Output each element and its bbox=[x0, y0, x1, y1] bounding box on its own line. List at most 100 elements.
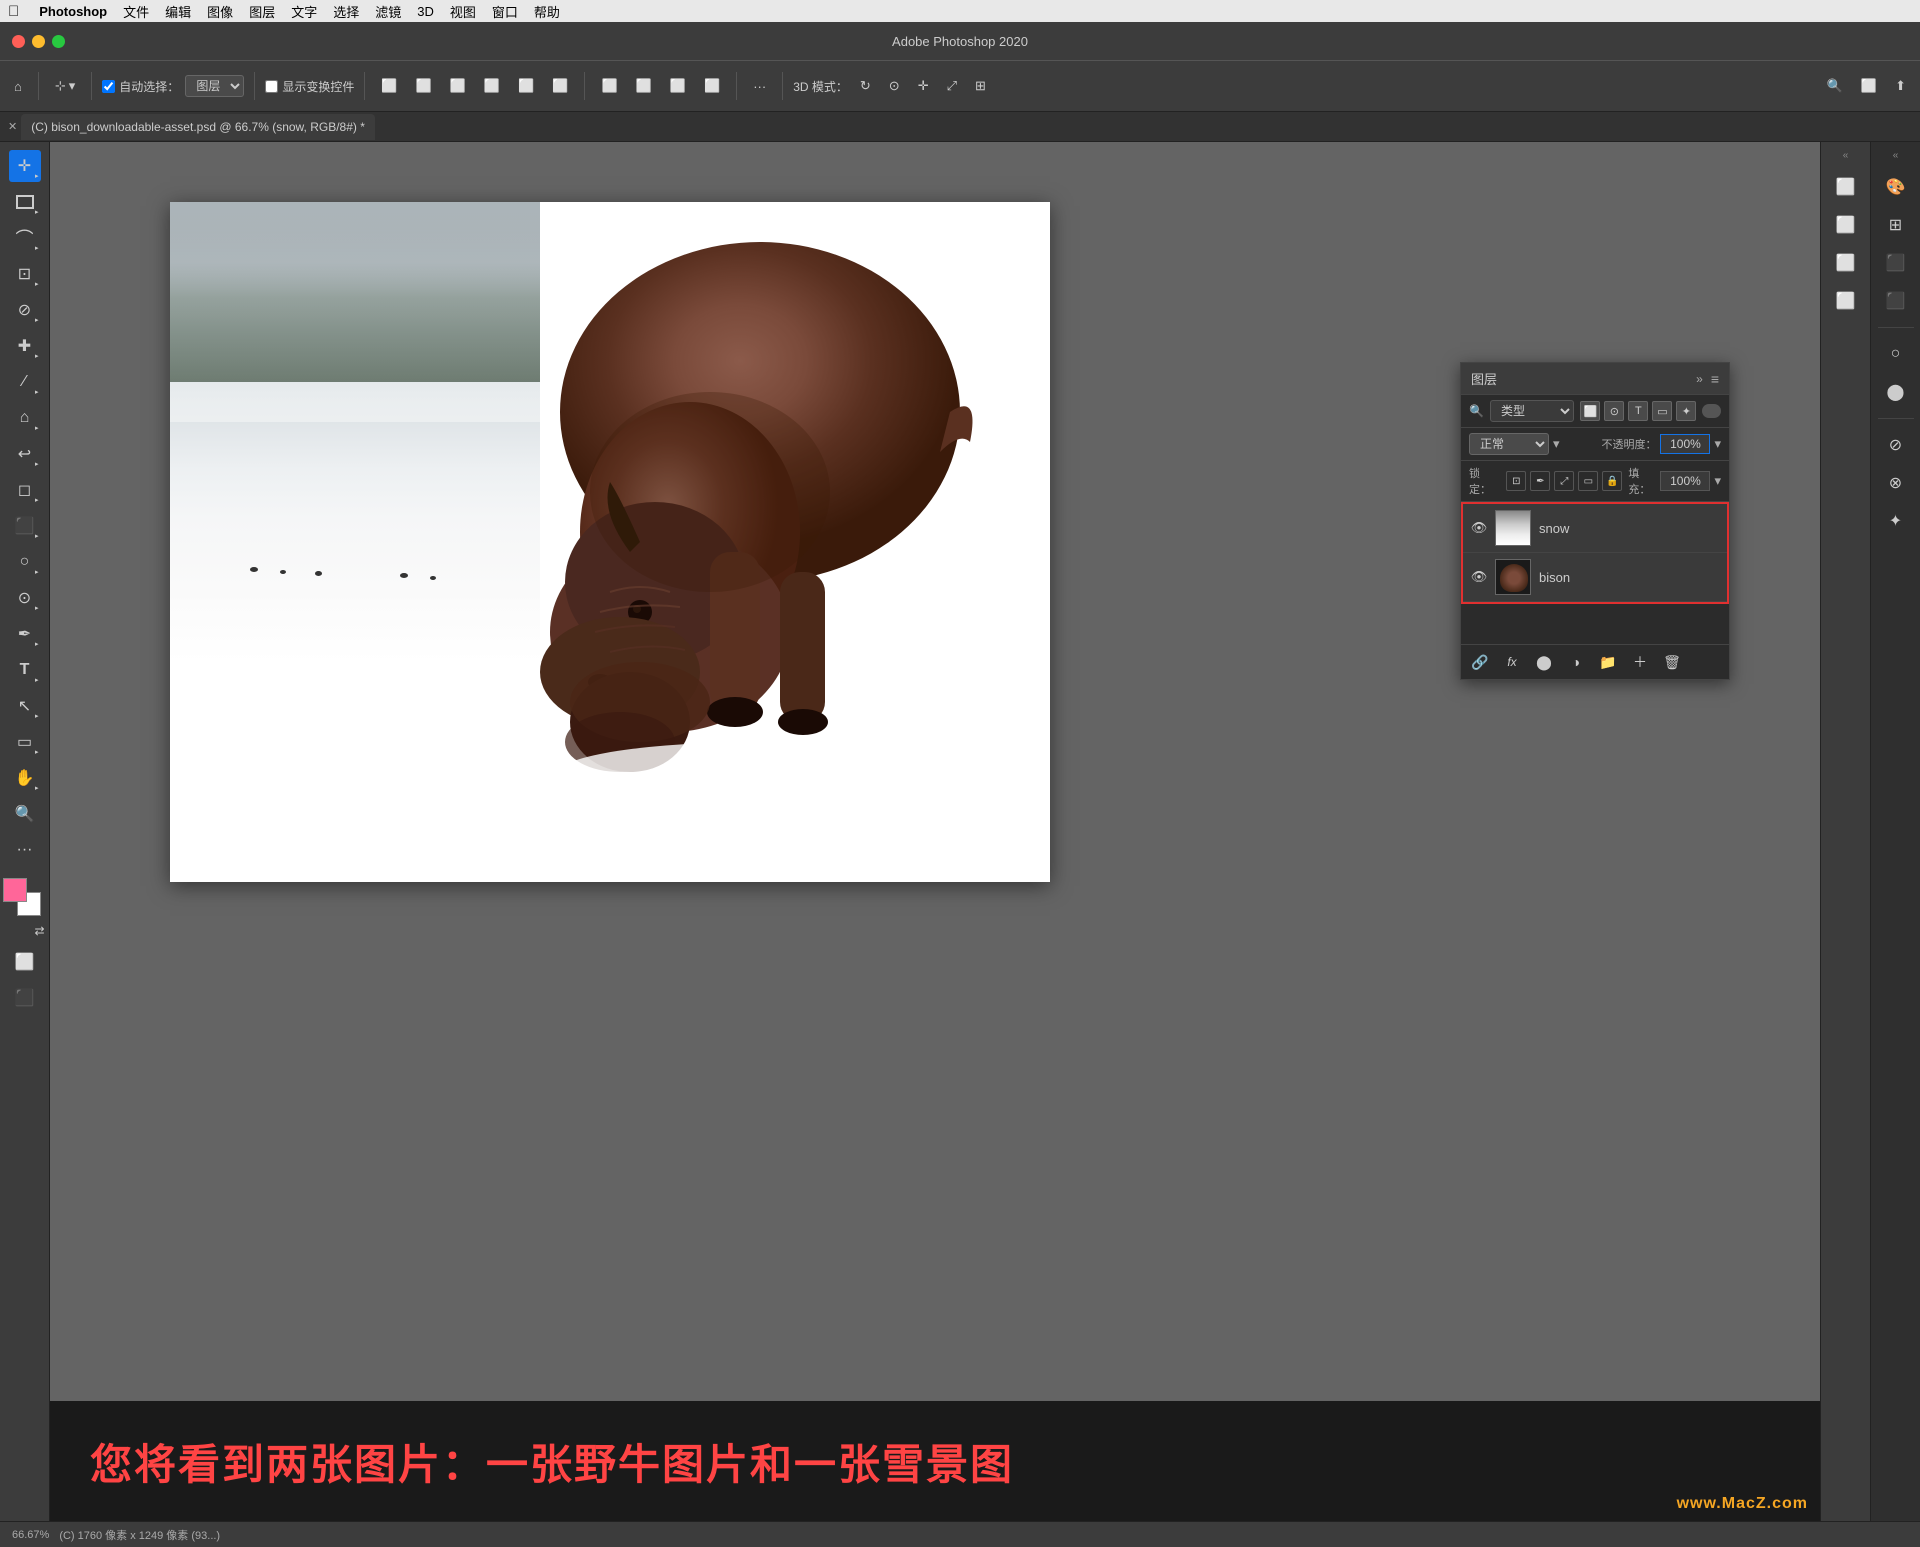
swap-colors-icon[interactable]: ⇄ bbox=[34, 924, 44, 938]
layer-item-bison[interactable]: 👁 bison bbox=[1463, 553, 1727, 602]
lock-image-btn[interactable]: ✒ bbox=[1530, 471, 1550, 491]
select-rect-tool[interactable]: ▸ bbox=[9, 186, 41, 218]
menu-window[interactable]: 窗口 bbox=[492, 2, 518, 21]
distribute-h2[interactable]: ⬜ bbox=[630, 74, 658, 98]
filter-smart-icon[interactable]: ✦ bbox=[1676, 401, 1696, 421]
auto-select-checkbox[interactable]: 自动选择： bbox=[102, 78, 179, 95]
3d-pan[interactable]: ✛ bbox=[912, 74, 935, 98]
layers-panel-btn[interactable]: ⊘ bbox=[1880, 429, 1912, 461]
search-button[interactable]: 🔍 bbox=[1821, 74, 1849, 98]
collapse-left-icon[interactable]: « bbox=[1843, 150, 1849, 161]
layer-item-snow[interactable]: 👁 snow bbox=[1463, 504, 1727, 553]
menu-file[interactable]: 文件 bbox=[123, 2, 149, 21]
link-layers-btn[interactable]: 🔗 bbox=[1469, 651, 1491, 673]
move-tool-options[interactable]: ⊹ ▾ bbox=[49, 74, 81, 98]
new-group-btn[interactable]: 📁 bbox=[1597, 651, 1619, 673]
tab-close-icon[interactable]: ✕ bbox=[8, 120, 17, 133]
distribute-h3[interactable]: ⬜ bbox=[664, 74, 692, 98]
channels-btn[interactable]: ⊗ bbox=[1880, 467, 1912, 499]
color-picker-btn[interactable]: ○ bbox=[1880, 338, 1912, 370]
menu-view[interactable]: 视图 bbox=[450, 2, 476, 21]
new-adjustment-btn[interactable]: ◑ bbox=[1565, 651, 1587, 673]
align-top[interactable]: ⬜ bbox=[478, 74, 506, 98]
menu-edit[interactable]: 编辑 bbox=[165, 2, 191, 21]
libraries-panel-btn[interactable]: ⬜ bbox=[1830, 171, 1862, 203]
screen-mode[interactable]: ⬛ bbox=[9, 982, 41, 1014]
history-brush-tool[interactable]: ↩ ▸ bbox=[9, 438, 41, 470]
layer-effects-btn[interactable]: fx bbox=[1501, 651, 1523, 673]
new-layer-btn[interactable]: ＋ bbox=[1629, 651, 1651, 673]
3d-orbit[interactable]: ⊙ bbox=[883, 74, 906, 98]
more-tools[interactable]: ··· bbox=[9, 834, 41, 866]
show-transform-checkbox[interactable]: 显示变换控件 bbox=[265, 78, 354, 95]
lock-transparent-btn[interactable]: ⊡ bbox=[1506, 471, 1526, 491]
hand-tool[interactable]: ✋ ▸ bbox=[9, 762, 41, 794]
opacity-dropdown-arrow[interactable]: ▾ bbox=[1714, 436, 1721, 452]
maximize-button[interactable] bbox=[52, 35, 65, 48]
add-mask-btn[interactable]: ⬤ bbox=[1533, 651, 1555, 673]
healing-brush-tool[interactable]: ✚ ▸ bbox=[9, 330, 41, 362]
clone-stamp-tool[interactable]: ⌂ ▸ bbox=[9, 402, 41, 434]
align-right[interactable]: ⬜ bbox=[444, 74, 472, 98]
collapse-panel-icon[interactable]: » bbox=[1696, 372, 1703, 386]
layers-filter-type[interactable]: 类型 名称 效果 bbox=[1490, 400, 1574, 422]
fill-input[interactable] bbox=[1660, 471, 1710, 491]
layer-visibility-bison[interactable]: 👁 bbox=[1471, 569, 1487, 585]
opacity-input[interactable] bbox=[1660, 434, 1710, 454]
minimize-button[interactable] bbox=[32, 35, 45, 48]
distribute-h1[interactable]: ⬜ bbox=[595, 74, 623, 98]
align-center-v[interactable]: ⬜ bbox=[512, 74, 540, 98]
3d-scale[interactable]: ⊞ bbox=[969, 74, 992, 98]
close-button[interactable] bbox=[12, 35, 25, 48]
brush-tool[interactable]: ∕ ▸ bbox=[9, 366, 41, 398]
align-left[interactable]: ⬜ bbox=[375, 74, 403, 98]
lock-position-btn[interactable]: ⤢ bbox=[1554, 471, 1574, 491]
menu-text[interactable]: 文字 bbox=[291, 2, 317, 21]
arrange-documents[interactable]: ⬜ bbox=[1855, 74, 1883, 98]
shape-tool[interactable]: ▭ ▸ bbox=[9, 726, 41, 758]
auto-select-dropdown[interactable]: 图层 组 bbox=[185, 75, 244, 97]
menu-select[interactable]: 选择 bbox=[333, 2, 359, 21]
filter-pixel-icon[interactable]: ⬜ bbox=[1580, 401, 1600, 421]
learn-panel-btn[interactable]: ⬜ bbox=[1830, 209, 1862, 241]
foreground-color-swatch[interactable] bbox=[3, 878, 27, 902]
move-tool[interactable]: ✛ ▸ bbox=[9, 150, 41, 182]
properties-panel-btn[interactable]: ⬜ bbox=[1830, 247, 1862, 279]
menu-3d[interactable]: 3D bbox=[417, 4, 434, 19]
filter-toggle[interactable] bbox=[1702, 404, 1721, 418]
3d-rotate[interactable]: ↻ bbox=[854, 74, 877, 98]
pen-tool[interactable]: ✒ ▸ bbox=[9, 618, 41, 650]
3d-slide[interactable]: ⤢ bbox=[941, 74, 963, 98]
align-bottom[interactable]: ⬜ bbox=[546, 74, 574, 98]
dodge-tool[interactable]: ⊙ ▸ bbox=[9, 582, 41, 614]
lasso-tool[interactable]: ⌒ ▸ bbox=[9, 222, 41, 254]
fill-dropdown-arrow[interactable]: ▾ bbox=[1714, 473, 1721, 489]
eyedropper-tool[interactable]: ⊘ ▸ bbox=[9, 294, 41, 326]
delete-layer-btn[interactable]: 🗑 bbox=[1661, 651, 1683, 673]
menu-filter[interactable]: 滤镜 bbox=[375, 2, 401, 21]
apple-menu[interactable]:  bbox=[8, 3, 19, 20]
path-select-tool[interactable]: ↖ ▸ bbox=[9, 690, 41, 722]
align-center-h[interactable]: ⬜ bbox=[410, 74, 438, 98]
layer-visibility-snow[interactable]: 👁 bbox=[1471, 520, 1487, 536]
zoom-tool[interactable]: 🔍 bbox=[9, 798, 41, 830]
menu-help[interactable]: 帮助 bbox=[534, 2, 560, 21]
filter-text-icon[interactable]: T bbox=[1628, 401, 1648, 421]
distribute-v1[interactable]: ⬜ bbox=[698, 74, 726, 98]
text-tool[interactable]: T ▸ bbox=[9, 654, 41, 686]
lock-artboard-btn[interactable]: ▭ bbox=[1578, 471, 1598, 491]
panel-4[interactable]: ⬛ bbox=[1880, 285, 1912, 317]
blur-tool[interactable]: ○ ▸ bbox=[9, 546, 41, 578]
crop-tool[interactable]: ⊡ ▸ bbox=[9, 258, 41, 290]
blend-mode-select[interactable]: 正常 溶解 正片叠底 bbox=[1469, 433, 1549, 455]
share[interactable]: ⬆ bbox=[1889, 74, 1912, 98]
collapse-right-icon[interactable]: « bbox=[1893, 150, 1899, 161]
layout-btn[interactable]: ⊞ bbox=[1880, 209, 1912, 241]
panel-3[interactable]: ⬛ bbox=[1880, 247, 1912, 279]
home-button[interactable]: ⌂ bbox=[8, 75, 28, 98]
gradient-panel-btn[interactable]: ⬤ bbox=[1880, 376, 1912, 408]
gradient-tool[interactable]: ⬛ ▸ bbox=[9, 510, 41, 542]
filter-shape-icon[interactable]: ▭ bbox=[1652, 401, 1672, 421]
quick-mask-mode[interactable]: ⬜ bbox=[9, 946, 41, 978]
document-tab[interactable]: (C) bison_downloadable-asset.psd @ 66.7%… bbox=[21, 114, 375, 140]
